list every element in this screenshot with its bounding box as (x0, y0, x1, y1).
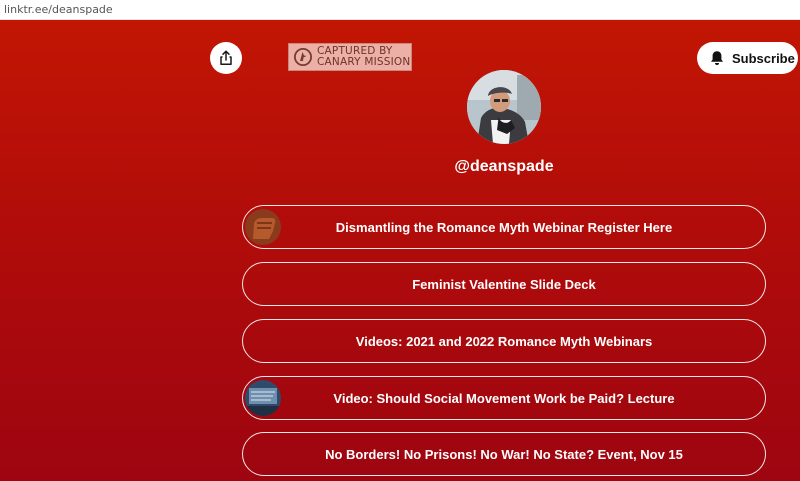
link-button-romance-myth-webinar[interactable]: Dismantling the Romance Myth Webinar Reg… (242, 205, 766, 249)
subscribe-label: Subscribe (732, 50, 795, 66)
fist-thumbnail (245, 209, 281, 245)
protest-thumbnail (245, 380, 281, 416)
link-button-no-borders-event[interactable]: No Borders! No Prisons! No War! No State… (242, 432, 766, 476)
link-button-social-movement-lecture[interactable]: Video: Should Social Movement Work be Pa… (242, 376, 766, 420)
bell-icon (710, 50, 724, 66)
link-label: No Borders! No Prisons! No War! No State… (325, 446, 683, 462)
canary-logo-icon (294, 48, 312, 66)
profile-avatar (467, 70, 541, 144)
link-label: Videos: 2021 and 2022 Romance Myth Webin… (355, 333, 653, 349)
share-icon (220, 50, 232, 65)
browser-address-bar[interactable]: linktr.ee/deanspade (0, 0, 800, 20)
link-label: Video: Should Social Movement Work be Pa… (333, 390, 675, 406)
url-text[interactable]: linktr.ee/deanspade (4, 3, 113, 16)
subscribe-button[interactable]: Subscribe (697, 42, 798, 74)
profile-handle: @deanspade (454, 158, 554, 175)
linktree-page: CAPTURED BY CANARY MISSION Subscribe @de… (0, 20, 800, 481)
canary-mission-watermark: CAPTURED BY CANARY MISSION (288, 43, 412, 71)
link-button-romance-myth-videos[interactable]: Videos: 2021 and 2022 Romance Myth Webin… (242, 319, 766, 363)
link-button-feminist-valentine[interactable]: Feminist Valentine Slide Deck (242, 262, 766, 306)
share-button[interactable] (210, 42, 242, 74)
link-label: Feminist Valentine Slide Deck (412, 276, 596, 292)
link-label: Dismantling the Romance Myth Webinar Reg… (335, 219, 673, 235)
watermark-line-2: CANARY MISSION (317, 56, 411, 68)
